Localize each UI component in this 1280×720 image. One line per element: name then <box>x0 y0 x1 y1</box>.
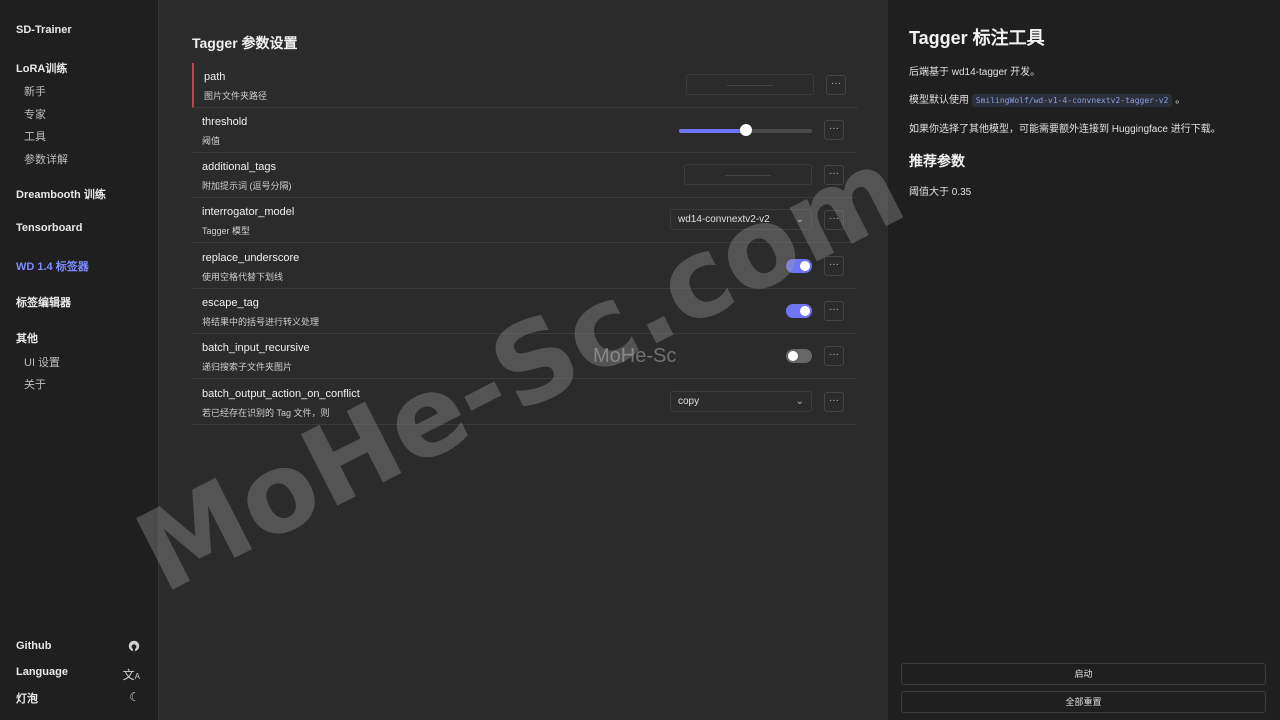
start-button[interactable]: 启动 <box>901 663 1266 685</box>
more-button[interactable]: ··· <box>824 346 844 366</box>
sidebar-item-wd-tagger[interactable]: WD 1.4 标签器 <box>16 258 89 274</box>
setting-key: escape_tag <box>202 297 259 309</box>
github-icon <box>128 640 140 655</box>
setting-desc: 递归搜索子文件夹图片 <box>202 362 293 372</box>
recommended-heading: 推荐参数 <box>909 153 965 169</box>
setting-row-interrogator-model: interrogator_model Tagger 模型 wd14-convne… <box>192 198 856 243</box>
setting-desc: 附加提示词 (逗号分隔) <box>202 181 292 191</box>
translate-icon: 文A <box>122 668 140 682</box>
batch-input-recursive-toggle[interactable] <box>786 349 812 363</box>
help-paragraph-model: 模型默认使用 SmilingWolf/wd-v1-4-convnextv2-ta… <box>909 91 1186 107</box>
settings-panel: Tagger 参数设置 path 图片文件夹路径 ··· threshold 阈… <box>159 0 887 720</box>
setting-key: additional_tags <box>202 161 277 173</box>
conflict-action-select[interactable]: copy ⌄ <box>670 391 812 412</box>
github-link[interactable]: Github <box>16 640 140 652</box>
model-code: SmilingWolf/wd-v1-4-convnextv2-tagger-v2 <box>971 94 1173 107</box>
setting-row-threshold: threshold 阈值 ··· <box>192 108 856 153</box>
sidebar-item-novice[interactable]: 新手 <box>24 83 46 99</box>
setting-desc: 使用空格代替下划线 <box>202 272 284 282</box>
setting-row-batch-output-action: batch_output_action_on_conflict 若已经存在识别的… <box>192 380 856 425</box>
toggle-knob <box>800 261 810 271</box>
page-title: Tagger 参数设置 <box>192 35 298 51</box>
setting-row-escape-tag: escape_tag 将结果中的括号进行转义处理 ··· <box>192 289 856 334</box>
help-title: Tagger 标注工具 <box>909 28 1045 48</box>
setting-key: path <box>204 71 226 83</box>
slider-handle[interactable] <box>739 124 752 136</box>
help-panel: Tagger 标注工具 后端基于 wd14-tagger 开发。 模型默认使用 … <box>888 0 1280 720</box>
sidebar-item-expert[interactable]: 专家 <box>24 106 46 122</box>
setting-key: threshold <box>202 116 248 128</box>
setting-key: interrogator_model <box>202 206 295 218</box>
sidebar-item-dreambooth[interactable]: Dreambooth 训练 <box>16 186 106 202</box>
setting-key: replace_underscore <box>202 252 300 264</box>
help-model-suffix: 。 <box>1175 95 1186 106</box>
app-title[interactable]: SD-Trainer <box>16 24 72 36</box>
sidebar: SD-Trainer LoRA训练 新手 专家 工具 参数详解 Dreamboo… <box>0 0 159 720</box>
sidebar-item-ui-settings[interactable]: UI 设置 <box>24 354 60 370</box>
replace-underscore-toggle[interactable] <box>786 259 812 273</box>
setting-desc: Tagger 模型 <box>202 226 251 236</box>
moon-icon: ☾ <box>129 690 140 704</box>
setting-desc: 阈值 <box>202 136 221 146</box>
setting-row-path: path 图片文件夹路径 ··· <box>192 63 858 108</box>
sidebar-item-other[interactable]: 其他 <box>16 330 38 346</box>
chevron-down-icon: ⌄ <box>795 396 804 407</box>
chevron-down-icon: ⌄ <box>795 214 804 225</box>
sidebar-item-about[interactable]: 关于 <box>24 376 46 392</box>
recommended-threshold: 阈值大于 0.35 <box>909 187 972 198</box>
setting-row-batch-input-recursive: batch_input_recursive 递归搜索子文件夹图片 ··· <box>192 334 856 379</box>
sidebar-item-lora[interactable]: LoRA训练 <box>16 60 67 76</box>
setting-desc: 将结果中的括号进行转义处理 <box>202 317 320 327</box>
github-label: Github <box>16 640 52 652</box>
help-paragraph-download: 如果你选择了其他模型，可能需要额外连接到 Huggingface 进行下载。 <box>909 124 1221 135</box>
help-model-prefix: 模型默认使用 <box>909 95 969 106</box>
more-button[interactable]: ··· <box>826 75 846 95</box>
setting-key: batch_input_recursive <box>202 342 310 354</box>
interrogator-model-select[interactable]: wd14-convnextv2-v2 ⌄ <box>670 209 812 230</box>
theme-toggle[interactable]: 灯泡 ☾ <box>16 690 140 706</box>
more-button[interactable]: ··· <box>824 301 844 321</box>
sidebar-item-tools[interactable]: 工具 <box>24 128 46 144</box>
more-button[interactable]: ··· <box>824 210 844 230</box>
sidebar-item-tag-editor[interactable]: 标签编辑器 <box>16 294 71 310</box>
setting-desc: 图片文件夹路径 <box>204 91 268 101</box>
setting-key: batch_output_action_on_conflict <box>202 388 360 400</box>
path-input[interactable] <box>686 74 814 95</box>
help-paragraph-backend: 后端基于 wd14-tagger 开发。 <box>909 67 1041 78</box>
select-value: copy <box>678 396 700 407</box>
toggle-knob <box>800 306 810 316</box>
threshold-slider[interactable] <box>679 124 812 136</box>
sidebar-item-tensorboard[interactable]: Tensorboard <box>16 222 82 234</box>
setting-row-additional-tags: additional_tags 附加提示词 (逗号分隔) ··· <box>192 153 856 198</box>
select-value: wd14-convnextv2-v2 <box>678 214 770 225</box>
additional-tags-input[interactable] <box>684 164 812 185</box>
more-button[interactable]: ··· <box>824 392 844 412</box>
language-switch[interactable]: Language 文A <box>16 666 140 682</box>
reset-all-button[interactable]: 全部重置 <box>901 691 1266 713</box>
escape-tag-toggle[interactable] <box>786 304 812 318</box>
language-label: Language <box>16 666 68 678</box>
setting-row-replace-underscore: replace_underscore 使用空格代替下划线 ··· <box>192 244 856 289</box>
slider-fill <box>679 129 746 133</box>
more-button[interactable]: ··· <box>824 165 844 185</box>
more-button[interactable]: ··· <box>824 256 844 276</box>
sidebar-item-params[interactable]: 参数详解 <box>24 151 68 167</box>
more-button[interactable]: ··· <box>824 120 844 140</box>
setting-desc: 若已经存在识别的 Tag 文件，则 <box>202 408 330 418</box>
theme-label: 灯泡 <box>16 693 38 705</box>
toggle-knob <box>788 351 798 361</box>
